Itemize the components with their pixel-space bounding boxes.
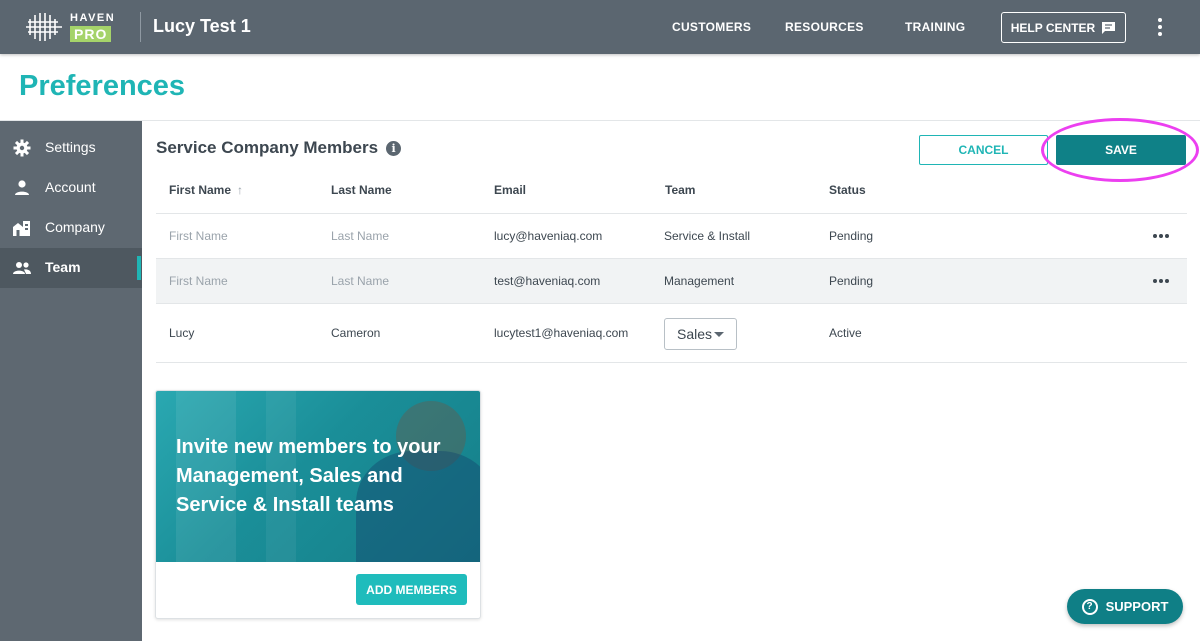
team-select-value: Sales [677, 326, 713, 342]
email-cell: lucytest1@haveniaq.com [494, 326, 629, 340]
question-circle-icon: ? [1081, 598, 1098, 615]
sidebar-item-label: Settings [45, 139, 96, 155]
first-name-cell: Lucy [169, 326, 195, 340]
row-more-icon[interactable] [1153, 233, 1169, 239]
members-title: Service Company Members [156, 138, 379, 157]
status-cell: Pending [829, 274, 874, 288]
invite-text: Invite new members to your Management, S… [176, 436, 441, 516]
status-cell: Active [829, 326, 862, 340]
top-bar: HAVEN PRO Lucy Test 1 CUSTOMERS RESOURCE… [0, 0, 1200, 54]
haven-logo-mark-icon [26, 13, 62, 41]
sidebar-item-label: Company [45, 219, 105, 235]
section-title: Service Company Members i [156, 138, 402, 158]
support-button[interactable]: ? SUPPORT [1067, 589, 1183, 624]
table-row: Lucy Cameron lucytest1@haveniaq.com Sale… [156, 303, 1187, 363]
sidebar-item-team[interactable]: Team [0, 248, 142, 288]
email-cell: test@haveniaq.com [494, 274, 601, 288]
column-header-last-name[interactable]: Last Name [331, 183, 392, 197]
page-title: Preferences [19, 70, 186, 102]
add-members-button[interactable]: ADD MEMBERS [356, 574, 467, 605]
building-icon [13, 221, 30, 236]
last-name-cell[interactable]: Last Name [331, 229, 389, 243]
row-more-icon[interactable] [1153, 278, 1169, 284]
email-cell: lucy@haveniaq.com [494, 229, 603, 243]
support-label: SUPPORT [1105, 599, 1169, 614]
column-header-email[interactable]: Email [494, 183, 526, 197]
first-name-cell[interactable]: First Name [169, 229, 228, 243]
caret-down-icon [714, 332, 724, 337]
save-button[interactable]: SAVE [1056, 135, 1186, 165]
status-cell: Pending [829, 229, 874, 243]
table-row: First Name Last Name lucy@haveniaq.com S… [156, 213, 1187, 258]
company-name: Lucy Test 1 [153, 16, 251, 36]
gear-icon [13, 139, 31, 157]
logo-haven-text: HAVEN [70, 12, 116, 24]
person-icon [15, 180, 29, 195]
more-menu-icon[interactable] [1152, 17, 1168, 37]
table-row: First Name Last Name test@haveniaq.com M… [156, 258, 1187, 303]
chat-icon [1102, 21, 1116, 34]
sidebar-item-settings[interactable]: Settings [0, 128, 142, 168]
sidebar-item-company[interactable]: Company [0, 208, 142, 248]
help-center-button[interactable]: HELP CENTER [1001, 12, 1126, 43]
column-header-first-name[interactable]: First Name ↑ [169, 183, 243, 197]
team-select[interactable]: Sales [664, 318, 737, 350]
cancel-button[interactable]: CANCEL [919, 135, 1048, 165]
sidebar-item-account[interactable]: Account [0, 168, 142, 208]
help-center-label: HELP CENTER [1010, 20, 1096, 35]
header-divider [140, 12, 141, 42]
sidebar-item-label: Account [45, 179, 96, 195]
nav-resources[interactable]: RESOURCES [785, 20, 864, 34]
sort-ascending-icon[interactable]: ↑ [237, 183, 243, 197]
first-name-cell[interactable]: First Name [169, 274, 228, 288]
sidebar: Settings Account Company Team [0, 121, 142, 641]
logo-pro-text: PRO [70, 26, 112, 42]
column-header-team[interactable]: Team [665, 183, 695, 197]
people-icon [13, 262, 31, 274]
last-name-cell[interactable]: Last Name [331, 274, 389, 288]
info-icon[interactable]: i [386, 140, 402, 156]
column-header-status[interactable]: Status [829, 183, 866, 197]
last-name-cell: Cameron [331, 326, 381, 340]
team-cell: Service & Install [664, 229, 751, 243]
title-divider [0, 120, 1200, 121]
sidebar-item-label: Team [45, 259, 81, 275]
nav-customers[interactable]: CUSTOMERS [672, 20, 751, 34]
haven-pro-logo[interactable]: HAVEN PRO [22, 9, 124, 45]
nav-training[interactable]: TRAINING [905, 20, 965, 34]
team-cell: Management [664, 274, 735, 288]
invite-members-card: Invite new members to your Management, S… [155, 390, 481, 619]
active-indicator [137, 256, 141, 280]
invite-banner-image: Invite new members to your Management, S… [156, 391, 480, 562]
column-label: First Name [169, 183, 232, 197]
